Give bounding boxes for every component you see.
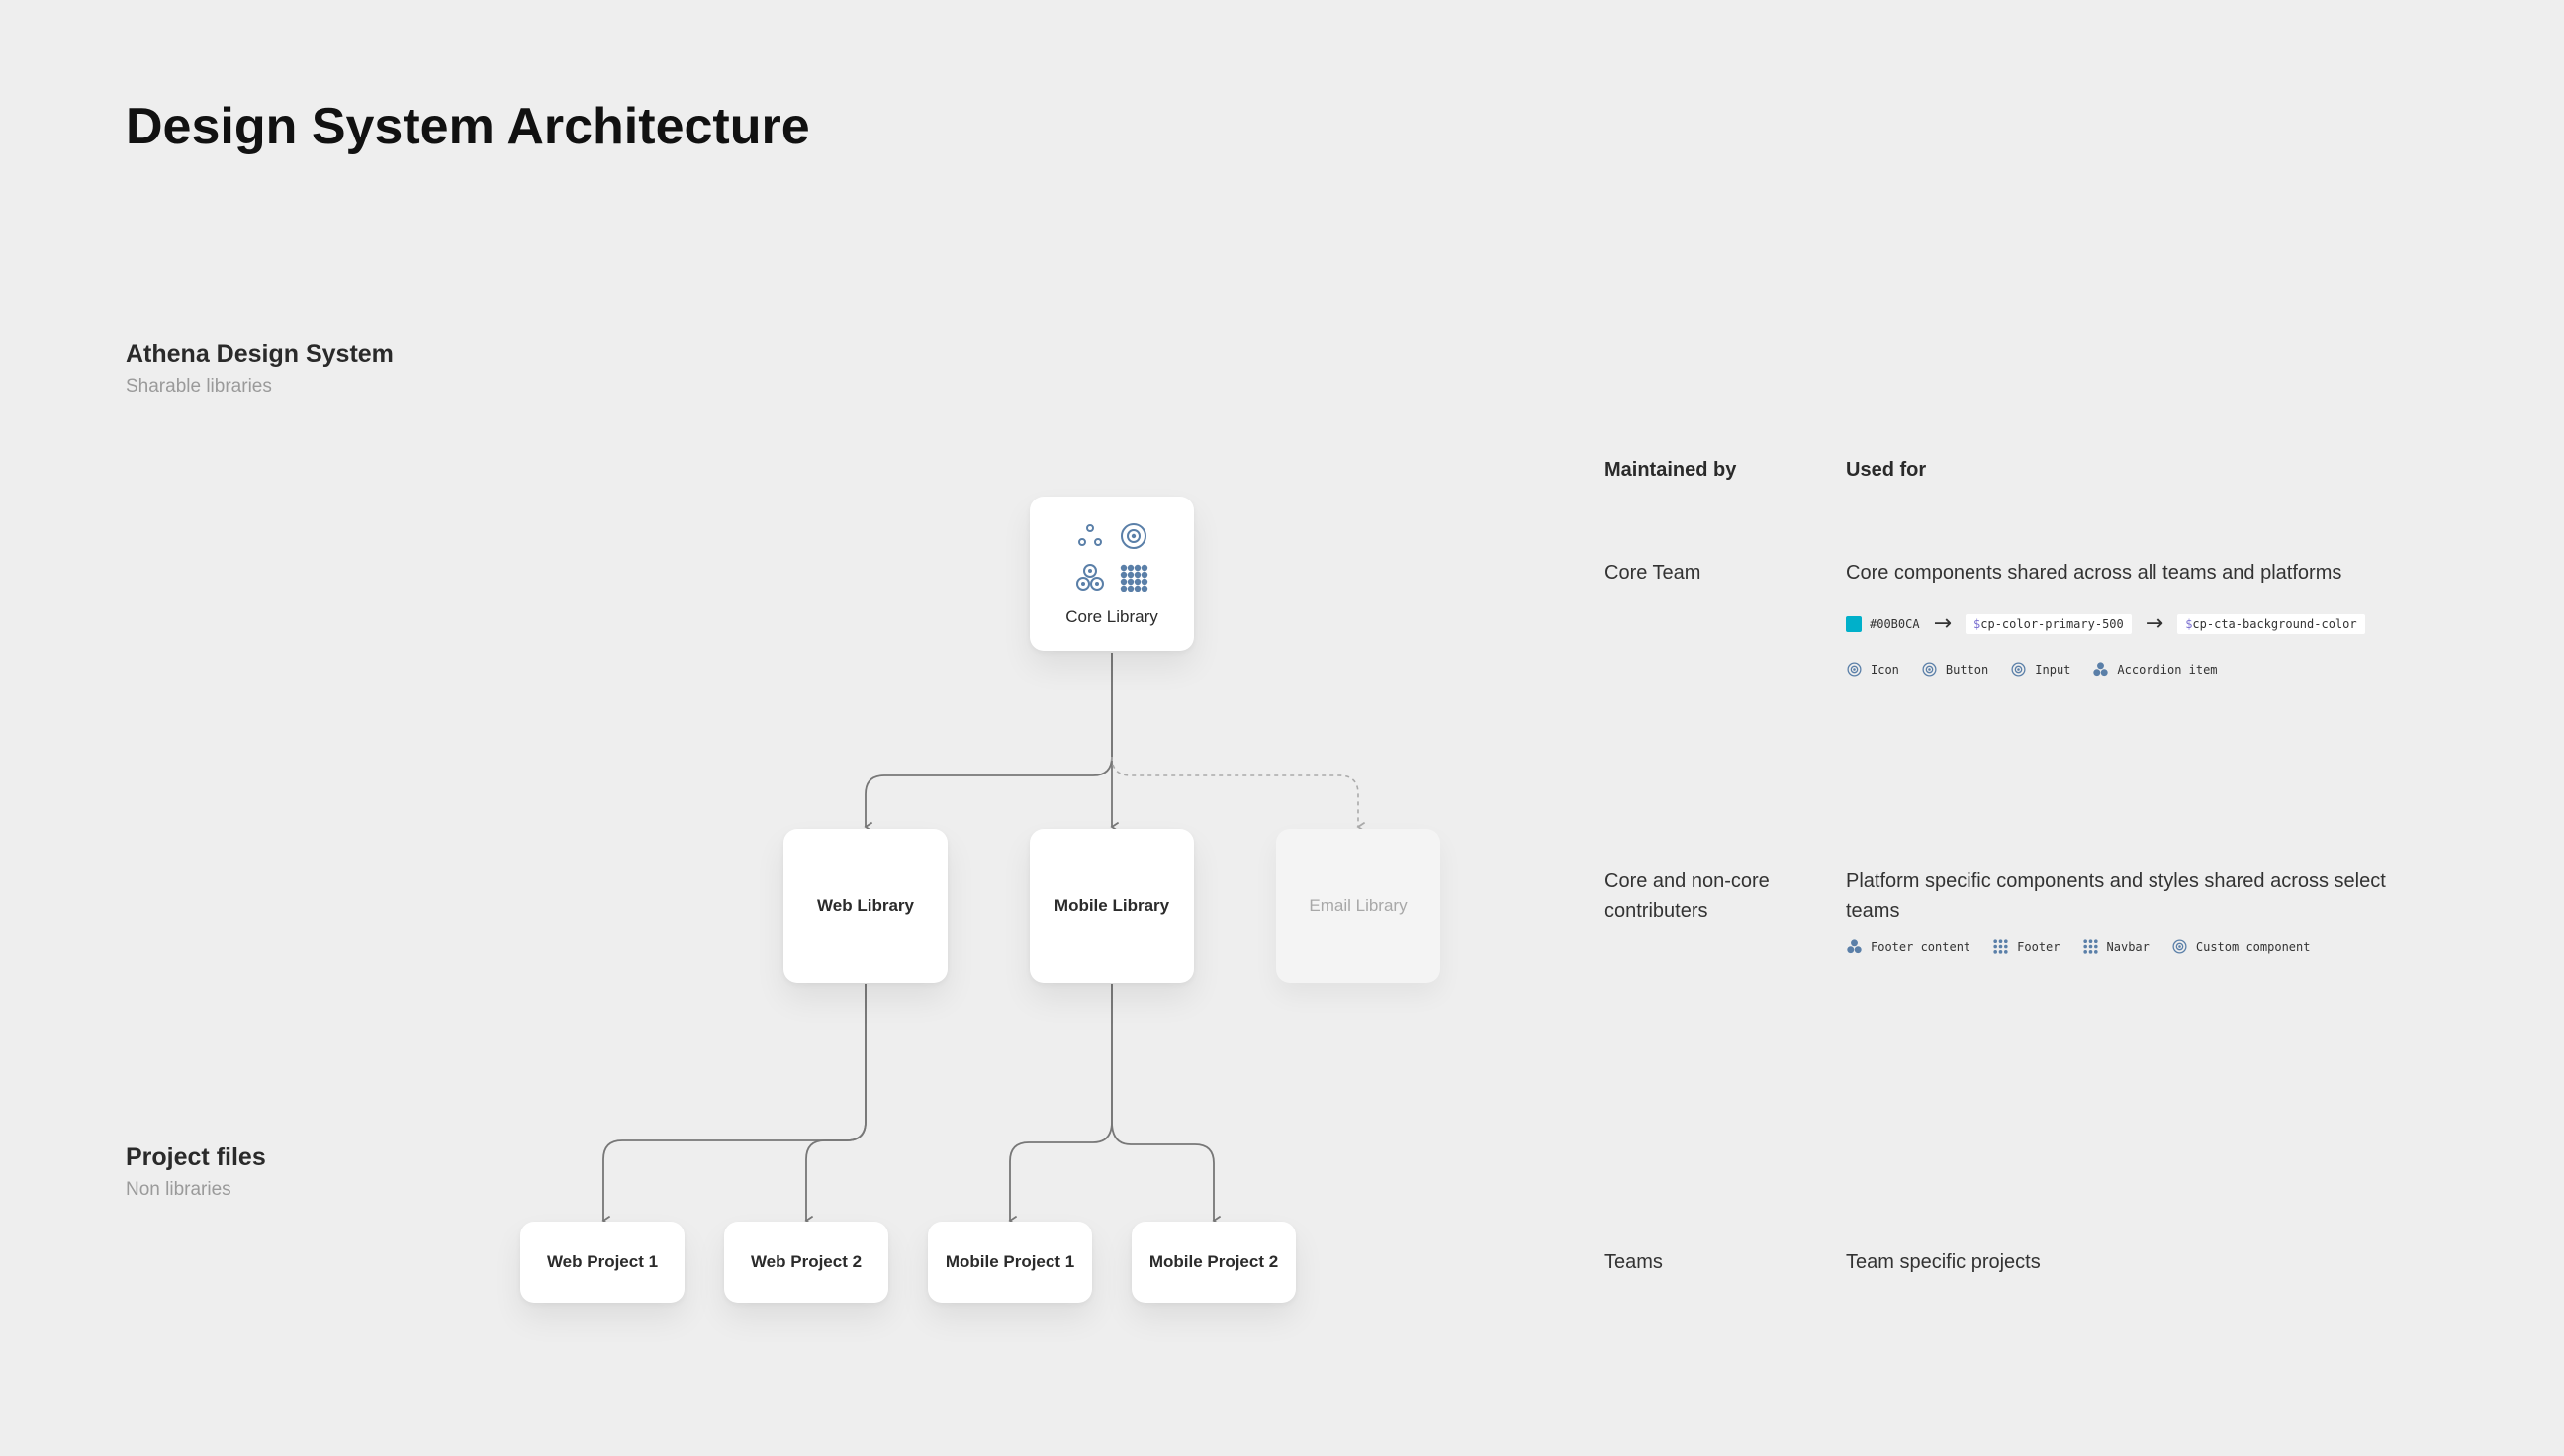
- web-project-2-label: Web Project 2: [750, 1252, 863, 1271]
- dots-icon: [1078, 524, 1102, 546]
- web-project-1-label: Web Project 1: [546, 1252, 659, 1271]
- connector-core-email: [1111, 756, 1366, 833]
- mobile-library-label: Mobile Library: [1053, 896, 1170, 915]
- web-library-label: Web Library: [817, 896, 914, 915]
- cluster-icon: [1847, 939, 1862, 954]
- component-chip: Navbar: [2082, 938, 2150, 955]
- component-label: Button: [1945, 662, 1989, 677]
- connector-web-project1: [601, 984, 867, 1227]
- component-chip: Icon: [1846, 661, 1899, 678]
- mobile-project-2-label: Mobile Project 2: [1148, 1252, 1279, 1271]
- row-core-maintainer: Core Team: [1604, 562, 1701, 584]
- color-hex: #00B0CA: [1870, 617, 1920, 631]
- row-teams-usage: Team specific projects: [1846, 1251, 2041, 1273]
- component-chip: Input: [2010, 661, 2070, 678]
- cluster-icon: [1076, 564, 1104, 591]
- connector-web-project2: [804, 984, 867, 1227]
- component-label: Accordion item: [2117, 662, 2218, 677]
- header-maintained-by: Maintained by: [1604, 459, 1737, 481]
- core-library-label: Core Library: [1065, 607, 1158, 626]
- component-label: Icon: [1871, 662, 1899, 677]
- web-project-2-node[interactable]: Web Project 2: [724, 1222, 888, 1303]
- email-library-node[interactable]: Email Library: [1276, 829, 1440, 983]
- row-teams-maintainer: Teams: [1604, 1251, 1663, 1273]
- web-library-node[interactable]: Web Library: [783, 829, 948, 983]
- connector-mobile-project1: [1008, 984, 1113, 1227]
- email-library-label: Email Library: [1309, 896, 1408, 915]
- semantic-token-name: cp-cta-background-color: [2192, 617, 2357, 631]
- mobile-project-1-node[interactable]: Mobile Project 1: [928, 1222, 1092, 1303]
- cluster-icon: [2093, 662, 2109, 677]
- token-chain: #00B0CA → $cp-color-primary-500 → $cp-ct…: [1846, 613, 2365, 635]
- row-platform-maintainer: Core and non-core contributers: [1604, 870, 1770, 922]
- target-icon: [1847, 662, 1862, 677]
- row-platform-usage: Platform specific components and styles …: [1846, 870, 2386, 922]
- arrow-right-icon: →: [1933, 611, 1953, 636]
- grid-icon: [2082, 939, 2098, 954]
- primitive-token-name: cp-color-primary-500: [1980, 617, 2124, 631]
- component-label: Input: [2035, 662, 2071, 677]
- arrow-right-icon: →: [2145, 611, 2164, 636]
- grid-icon: [1993, 939, 2008, 954]
- color-swatch: [1846, 616, 1862, 632]
- component-label: Footer content: [1871, 939, 1971, 954]
- primitive-token: $cp-color-primary-500: [1966, 614, 2132, 634]
- component-chip: Custom component: [2171, 938, 2311, 955]
- web-project-1-node[interactable]: Web Project 1: [520, 1222, 685, 1303]
- component-chip: Footer content: [1846, 938, 1970, 955]
- component-chip: Footer: [1992, 938, 2060, 955]
- component-label: Footer: [2017, 939, 2060, 954]
- color-value: #00B0CA: [1846, 616, 1920, 632]
- component-label: Navbar: [2106, 939, 2150, 954]
- semantic-token: $cp-cta-background-color: [2177, 614, 2365, 634]
- row-core-usage: Core components shared across all teams …: [1846, 562, 2342, 584]
- core-components-list: Icon Button Input Accordion item: [1846, 661, 2218, 678]
- component-chip: Button: [1921, 661, 1988, 678]
- mobile-library-node[interactable]: Mobile Library: [1030, 829, 1194, 983]
- component-label: Custom component: [2195, 939, 2311, 954]
- component-chip: Accordion item: [2092, 661, 2218, 678]
- platform-components-list: Footer content Footer Navbar Custom comp…: [1846, 938, 2310, 955]
- core-library-node[interactable]: Core Library: [1030, 497, 1194, 651]
- target-icon: [2011, 662, 2026, 677]
- target-icon: [1121, 523, 1146, 549]
- connector-core-web: [864, 653, 1113, 833]
- target-icon: [1922, 662, 1937, 677]
- target-icon: [2172, 939, 2187, 954]
- header-used-for: Used for: [1846, 459, 1927, 481]
- mobile-project-1-label: Mobile Project 1: [945, 1252, 1075, 1271]
- mobile-project-2-node[interactable]: Mobile Project 2: [1132, 1222, 1296, 1303]
- connector-mobile-project2: [1111, 984, 1222, 1227]
- grid-icon: [1120, 564, 1148, 592]
